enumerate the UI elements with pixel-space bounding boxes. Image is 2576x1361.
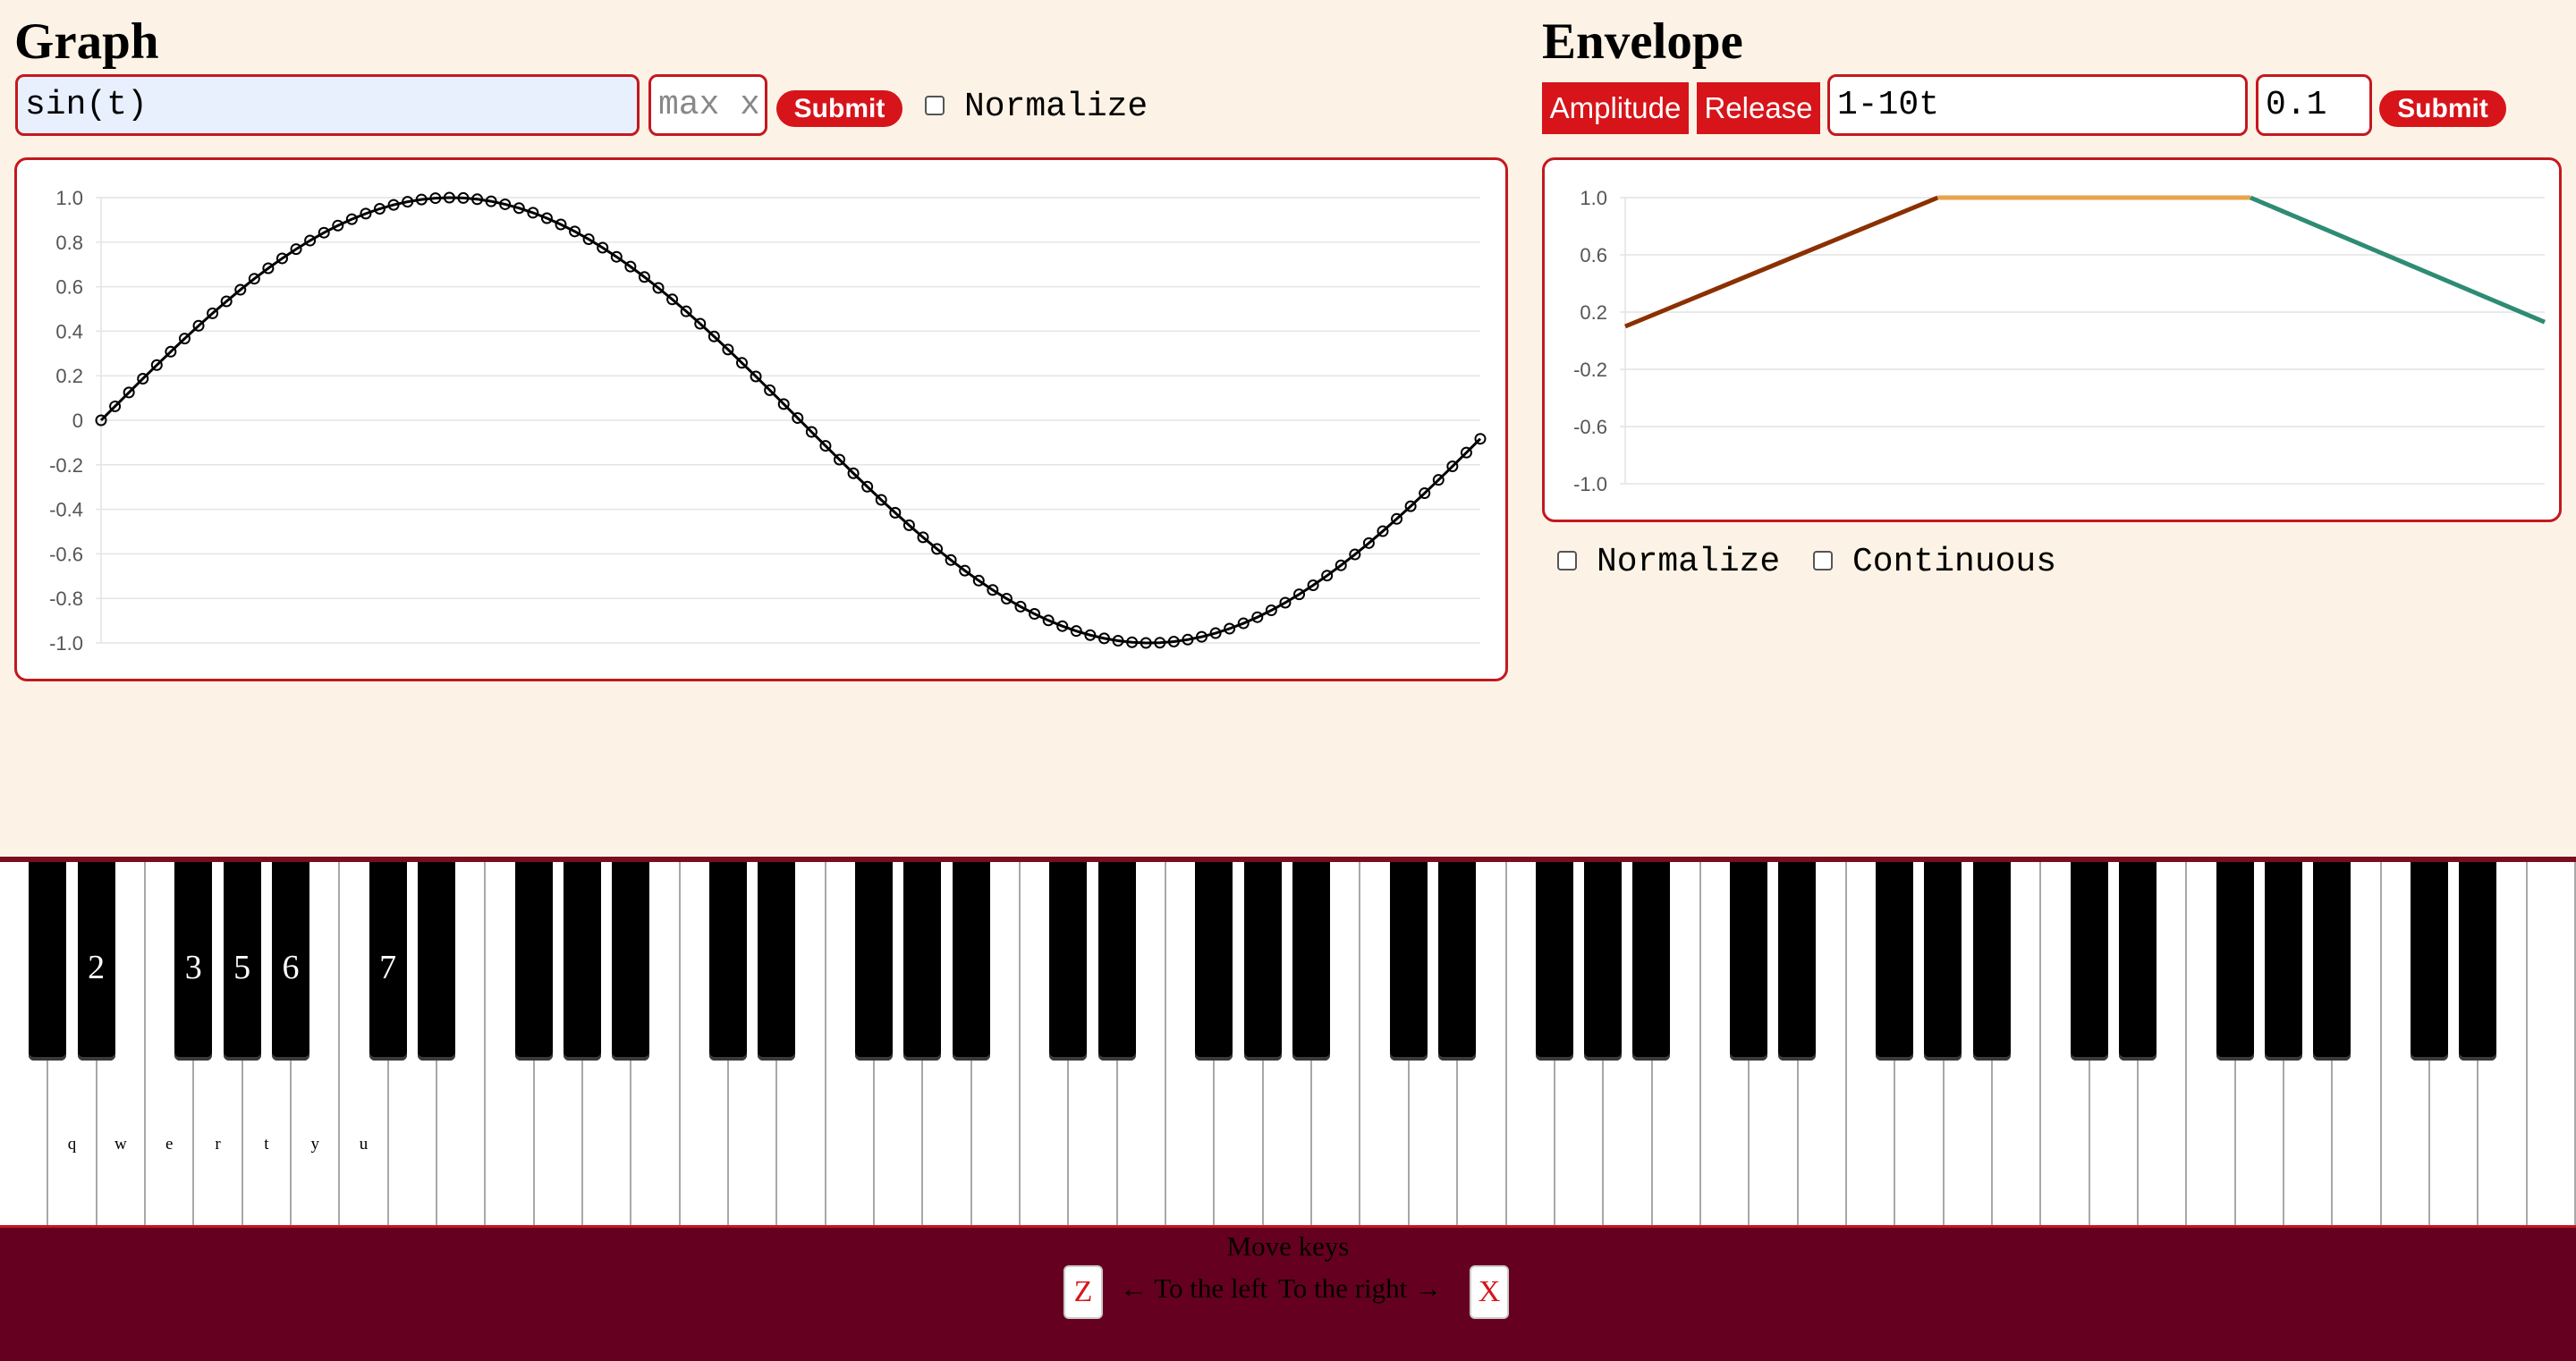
graph-expression-input[interactable] xyxy=(15,74,640,136)
black-key-label: 2 xyxy=(88,949,106,986)
graph-y-tick-label: -0.8 xyxy=(49,588,83,610)
continuous-checkbox[interactable] xyxy=(1813,551,1833,571)
graph-y-tick-label: 0.4 xyxy=(55,320,83,342)
envelope-normalize-label: Normalize xyxy=(1597,543,1781,581)
envelope-chart: 1.0 0.6 0.2 -0.2 -0.6 -1.0 xyxy=(1573,187,2546,495)
graph-y-tick-label: 0.2 xyxy=(55,365,83,387)
graph-normalize-label: Normalize xyxy=(964,88,1148,126)
white-key-label: e xyxy=(165,1135,174,1154)
piano-black-key[interactable]: 3 xyxy=(174,862,213,1061)
graph-y-tick-label: 1.0 xyxy=(55,187,83,209)
piano-black-key[interactable] xyxy=(903,862,942,1061)
piano-white-key[interactable] xyxy=(2527,862,2576,1230)
piano-black-key[interactable] xyxy=(1292,862,1331,1061)
piano-black-key[interactable] xyxy=(855,862,894,1061)
piano-black-key[interactable] xyxy=(1049,862,1088,1061)
graph-chart: 1.0 0.8 0.6 0.4 0.2 0 -0.2 -0.4 -0.6 -0.8 -1.0 xyxy=(49,187,1487,655)
graph-y-tick-label: -0.6 xyxy=(49,543,83,565)
piano-keyboard[interactable]: q w e r t y u 2 356 7 xyxy=(0,857,2576,1230)
piano-black-key[interactable] xyxy=(1584,862,1623,1061)
envelope-segment-1 xyxy=(1624,195,1939,329)
piano-black-key[interactable] xyxy=(1535,862,1573,1061)
graph-submit-button[interactable]: Submit xyxy=(776,90,902,127)
piano-black-key[interactable] xyxy=(709,862,747,1061)
white-key-label: w xyxy=(114,1135,127,1154)
envelope-title: Envelope xyxy=(1542,13,1743,70)
white-key-label: q xyxy=(67,1135,77,1154)
move-keys-title: Move keys xyxy=(1226,1230,1350,1262)
move-left-key-button[interactable]: Z xyxy=(1063,1265,1103,1319)
piano-black-key[interactable] xyxy=(1730,862,1768,1061)
envelope-y-tick-label: -0.6 xyxy=(1573,416,1607,438)
piano-black-key[interactable] xyxy=(758,862,796,1061)
graph-y-tick-label: 0 xyxy=(72,410,83,432)
black-key-label: 3 xyxy=(184,949,202,986)
graph-y-tick-label: -0.4 xyxy=(49,499,83,521)
white-key-label: y xyxy=(310,1135,319,1154)
piano-black-key[interactable] xyxy=(2070,862,2108,1061)
black-key-label: 5 xyxy=(233,949,251,986)
piano-black-key[interactable] xyxy=(29,862,67,1061)
piano-black-key[interactable] xyxy=(1632,862,1671,1061)
piano-black-key[interactable] xyxy=(514,862,553,1061)
graph-chart-panel: 1.0 0.8 0.6 0.4 0.2 0 -0.2 -0.4 -0.6 -0.8 -1.0 xyxy=(14,157,1508,681)
graph-y-tick-label: 0.6 xyxy=(55,276,83,299)
continuous-label: Continuous xyxy=(1852,543,2057,581)
piano-black-key[interactable]: 7 xyxy=(369,862,407,1061)
white-key-label: u xyxy=(359,1135,369,1154)
piano-black-key[interactable] xyxy=(1778,862,1817,1061)
piano-black-key[interactable] xyxy=(1243,862,1282,1061)
piano-black-key[interactable]: 2 xyxy=(77,862,115,1061)
piano-black-key[interactable] xyxy=(952,862,990,1061)
white-key-label: t xyxy=(264,1135,269,1154)
piano-black-key[interactable] xyxy=(2264,862,2302,1061)
black-key-label: 6 xyxy=(282,949,300,986)
max-x-input[interactable] xyxy=(648,74,767,136)
piano-black-key[interactable] xyxy=(2313,862,2351,1061)
piano-black-key[interactable] xyxy=(1924,862,1962,1061)
piano-black-key[interactable] xyxy=(1438,862,1477,1061)
piano-black-key[interactable] xyxy=(563,862,601,1061)
black-key-label: 7 xyxy=(379,949,397,986)
envelope-normalize-checkbox[interactable] xyxy=(1557,551,1577,571)
piano-black-key[interactable] xyxy=(1389,862,1428,1061)
piano-black-key[interactable] xyxy=(2459,862,2497,1061)
envelope-expression-input[interactable] xyxy=(1827,74,2248,136)
envelope-duration-input[interactable] xyxy=(2256,74,2372,136)
graph-y-tick-label: 0.8 xyxy=(55,232,83,254)
graph-title: Graph xyxy=(14,13,159,70)
graph-y-tick-label: -0.2 xyxy=(49,454,83,477)
move-left-text: ← To the left xyxy=(1120,1272,1268,1304)
envelope-y-tick-label: -1.0 xyxy=(1573,473,1607,495)
move-right-text: To the right → xyxy=(1278,1272,1442,1304)
move-right-key-button[interactable]: X xyxy=(1470,1265,1509,1319)
envelope-y-tick-label: -0.2 xyxy=(1573,359,1607,381)
piano-black-key[interactable] xyxy=(417,862,455,1061)
envelope-submit-button[interactable]: Submit xyxy=(2379,90,2506,127)
white-key-label: r xyxy=(215,1135,221,1154)
piano-black-key[interactable] xyxy=(2216,862,2254,1061)
envelope-y-tick-label: 0.2 xyxy=(1580,301,1607,324)
piano-black-key[interactable] xyxy=(612,862,650,1061)
graph-normalize-checkbox[interactable] xyxy=(925,96,945,115)
release-button[interactable]: Release xyxy=(1697,82,1820,134)
piano-black-key[interactable] xyxy=(1097,862,1136,1061)
piano-black-key[interactable] xyxy=(2118,862,2157,1061)
graph-y-tick-label: -1.0 xyxy=(49,632,83,655)
envelope-y-tick-label: 0.6 xyxy=(1580,244,1607,266)
piano-black-key[interactable]: 6 xyxy=(271,862,309,1061)
piano-black-key[interactable] xyxy=(1876,862,1914,1061)
amplitude-button[interactable]: Amplitude xyxy=(1542,82,1689,134)
envelope-y-tick-label: 1.0 xyxy=(1580,187,1607,209)
move-keys-bar: Move keys Z ← To the left To the right →… xyxy=(0,1225,2576,1361)
piano-black-key[interactable]: 5 xyxy=(223,862,261,1061)
envelope-segment-3 xyxy=(2250,195,2546,325)
piano-black-key[interactable] xyxy=(1195,862,1233,1061)
piano-black-key[interactable] xyxy=(2410,862,2448,1061)
piano-black-key[interactable] xyxy=(1972,862,2011,1061)
envelope-chart-panel: 1.0 0.6 0.2 -0.2 -0.6 -1.0 xyxy=(1542,157,2562,522)
